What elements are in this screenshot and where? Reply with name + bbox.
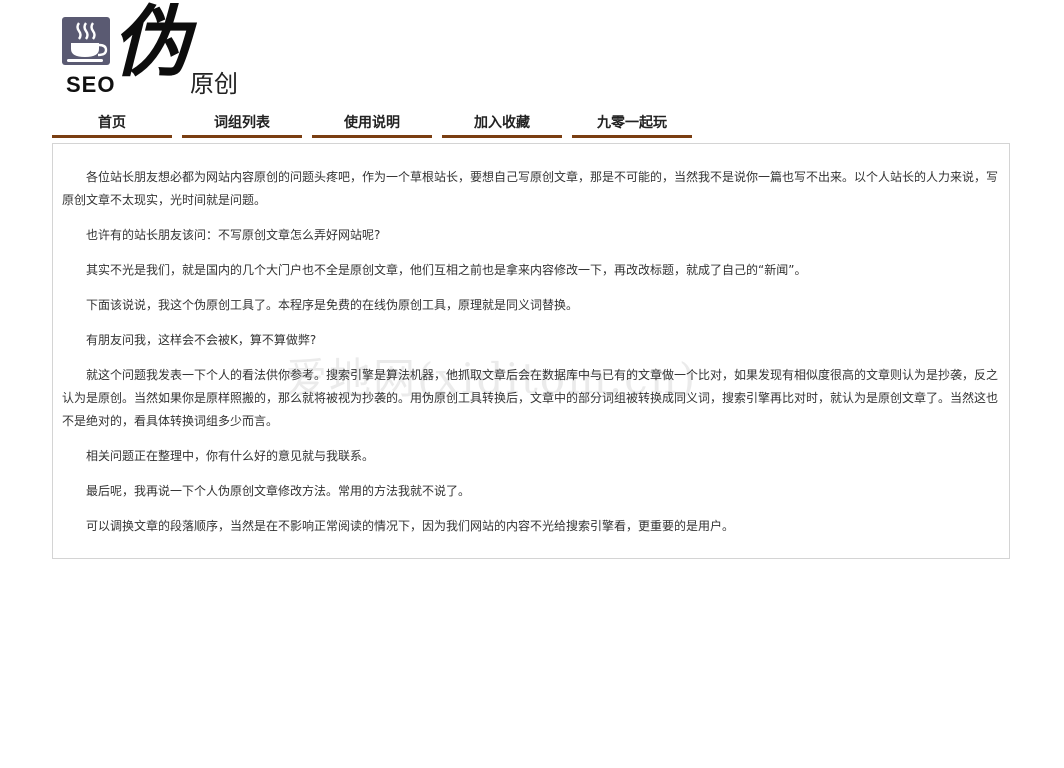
paragraph: 各位站长朋友想必都为网站内容原创的问题头疼吧，作为一个草根站长，要想自己写原创文… <box>62 170 999 207</box>
paragraph: 可以调换文章的段落顺序，当然是在不影响正常阅读的情况下，因为我们网站的内容不光给… <box>86 519 735 533</box>
paragraph: 就这个问题我发表一下个人的看法供你参考。搜索引擎是算法机器，他抓取文章后会在数据… <box>62 368 999 428</box>
paragraph: 其实不光是我们，就是国内的几个大门户也不全是原创文章，他们互相之前也是拿来内容修… <box>86 263 807 277</box>
paragraph: 相关问题正在整理中，你有什么好的意见就与我联系。 <box>86 449 375 463</box>
logo-yuanchuang-text: 原创 <box>190 70 238 98</box>
paragraph: 有朋友问我，这样会不会被K，算不算做弊? <box>86 333 317 347</box>
paragraph: 最后呢，我再说一下个人伪原创文章修改方法。常用的方法我就不说了。 <box>86 484 471 498</box>
nav-add-favorite[interactable]: 加入收藏 <box>442 112 562 138</box>
coffee-cup-icon <box>62 17 110 65</box>
main-nav: 首页 词组列表 使用说明 加入收藏 九零一起玩 <box>52 112 692 138</box>
paragraph: 也许有的站长朋友该问：不写原创文章怎么弄好网站呢? <box>86 228 381 242</box>
paragraph: 下面该说说，我这个伪原创工具了。本程序是免费的在线伪原创工具，原理就是同义词替换… <box>86 298 579 312</box>
nav-901-play[interactable]: 九零一起玩 <box>572 112 692 138</box>
nav-home[interactable]: 首页 <box>52 112 172 138</box>
nav-phrase-list[interactable]: 词组列表 <box>182 112 302 138</box>
content-box: 各位站长朋友想必都为网站内容原创的问题头疼吧，作为一个草根站长，要想自己写原创文… <box>52 143 1010 559</box>
logo-wei-glyph: 伪 <box>112 0 191 88</box>
logo-seo-text: SEO <box>66 72 116 97</box>
nav-instructions[interactable]: 使用说明 <box>312 112 432 138</box>
site-logo[interactable]: 伪 SEO 原创 <box>62 4 252 98</box>
